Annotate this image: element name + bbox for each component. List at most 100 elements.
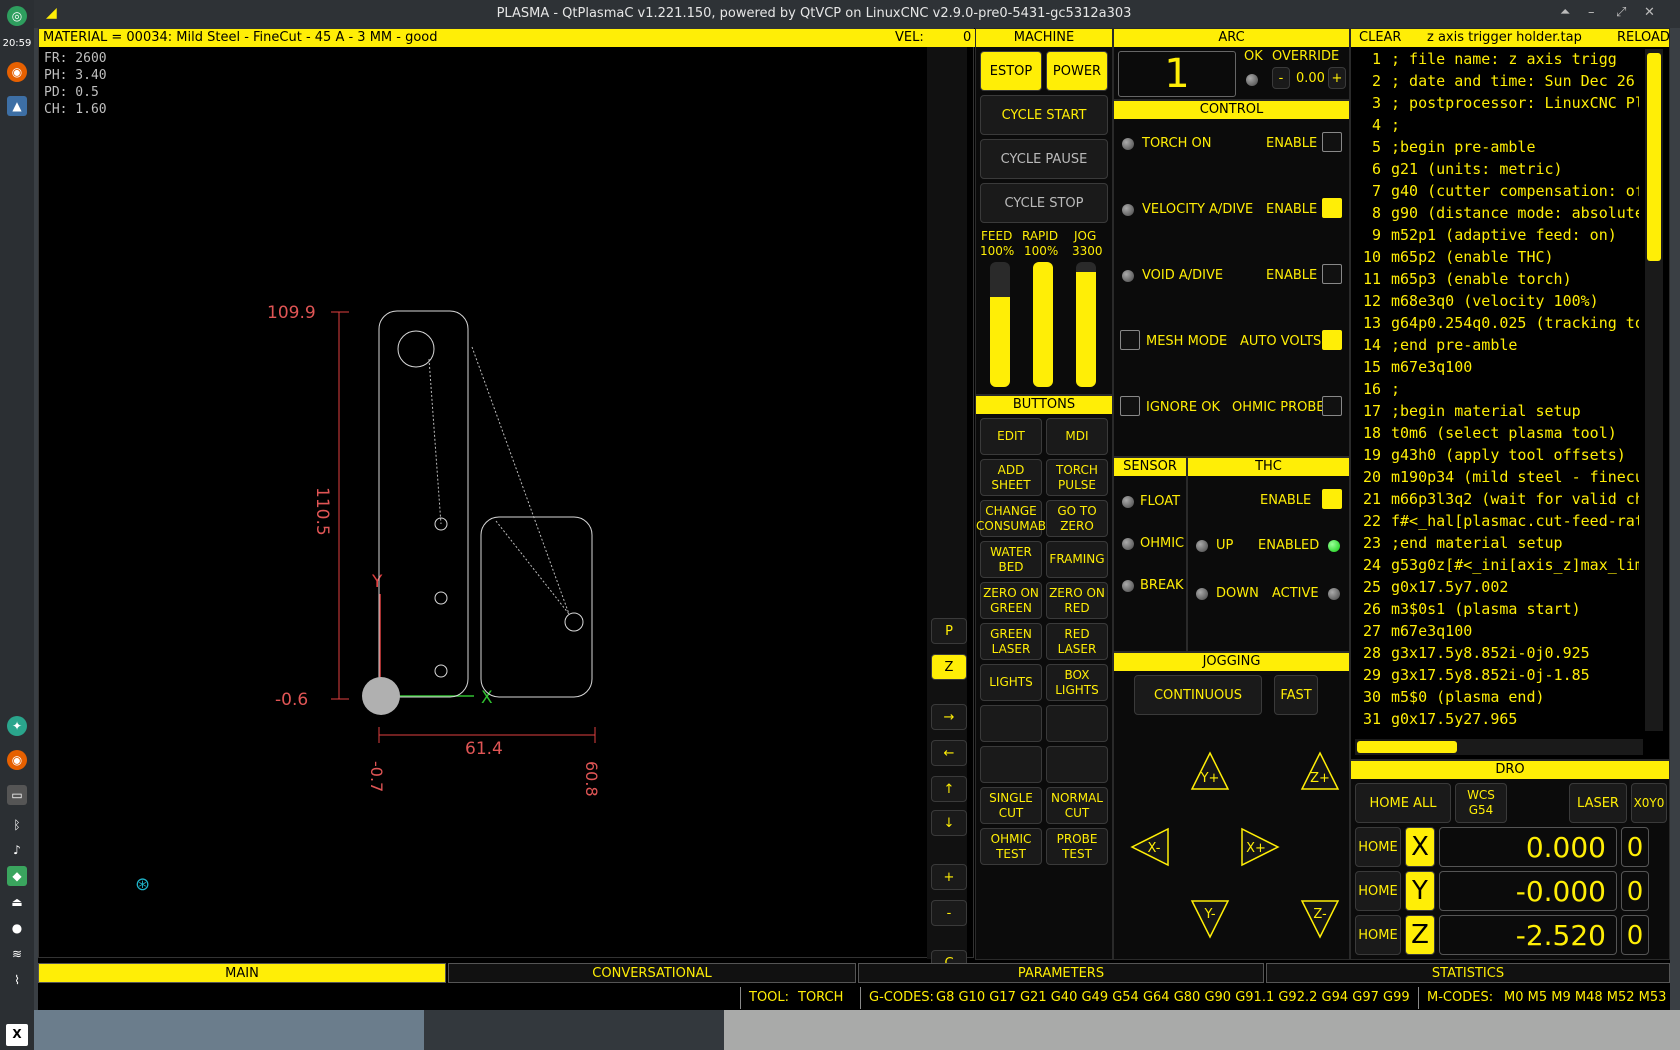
wcs-button[interactable]: WCS G54 xyxy=(1455,783,1507,823)
gcode-line[interactable]: 30 m5$0 (plasma end) xyxy=(1351,686,1639,708)
gcode-line[interactable]: 22 f#<_hal[plasmac.cut-feed-rate xyxy=(1351,510,1639,532)
pan-left-button[interactable]: ← xyxy=(931,740,967,766)
gcode-line[interactable]: 11 m65p3 (enable torch) xyxy=(1351,268,1639,290)
gcode-line[interactable]: 5 ;begin pre-amble xyxy=(1351,136,1639,158)
gcode-line[interactable]: 26 m3$0s1 (plasma start) xyxy=(1351,598,1639,620)
override-minus-button[interactable]: - xyxy=(1272,67,1290,89)
bluetooth-icon[interactable]: ᛒ xyxy=(7,815,27,835)
qtplasmac-app-icon[interactable]: ▲ xyxy=(7,96,27,116)
tab-main[interactable]: MAIN xyxy=(38,963,446,983)
settings-app-icon[interactable]: ✦ xyxy=(7,716,27,736)
keep-above-icon[interactable]: ⏶ xyxy=(1560,5,1570,20)
firefox-icon[interactable]: ◉ xyxy=(7,62,27,82)
eject-icon[interactable]: ⏏ xyxy=(7,892,27,912)
jog-fast-button[interactable]: FAST xyxy=(1274,675,1318,715)
gcode-line[interactable]: 21 m66p3l3q2 (wait for valid cha xyxy=(1351,488,1639,510)
pan-down-button[interactable]: ↓ xyxy=(931,810,967,836)
jog-speed-slider[interactable] xyxy=(1076,262,1096,387)
gcode-line[interactable]: 23 ;end material setup xyxy=(1351,532,1639,554)
mesh-mode-checkbox[interactable] xyxy=(1120,330,1140,350)
normal-cut-button[interactable]: NORMAL CUT xyxy=(1046,787,1108,824)
gcode-line[interactable]: 15 m67e3q100 xyxy=(1351,356,1639,378)
y-axis-select-button[interactable]: Y xyxy=(1405,871,1435,911)
red-laser-button[interactable]: RED LASER xyxy=(1046,623,1108,660)
attachment-icon[interactable]: ⌇ xyxy=(7,970,27,990)
x-logo-icon[interactable]: X xyxy=(6,1024,28,1046)
jog-y-minus-button[interactable]: Y- xyxy=(1188,897,1232,941)
jog-z-minus-button[interactable]: Z- xyxy=(1298,897,1342,941)
home-all-button[interactable]: HOME ALL xyxy=(1355,783,1451,823)
gcode-line[interactable]: 17 ;begin material setup xyxy=(1351,400,1639,422)
jog-y-plus-button[interactable]: Y+ xyxy=(1188,749,1232,793)
user-button-15[interactable] xyxy=(980,705,1042,742)
gcode-line[interactable]: 2 ; date and time: Sun Dec 26 2 xyxy=(1351,70,1639,92)
user-button-17[interactable] xyxy=(980,746,1042,783)
home-z-button[interactable]: HOME xyxy=(1355,915,1401,955)
gcode-line[interactable]: 18 t0m6 (select plasma tool) xyxy=(1351,422,1639,444)
void-enable-checkbox[interactable] xyxy=(1322,264,1342,284)
view-z-button[interactable]: Z xyxy=(931,654,967,680)
velocity-enable-checkbox[interactable] xyxy=(1322,198,1342,218)
z-axis-select-button[interactable]: Z xyxy=(1405,915,1435,955)
ignore-ok-checkbox[interactable] xyxy=(1120,396,1140,416)
gcode-line[interactable]: 28 g3x17.5y8.852i-0j0.925 xyxy=(1351,642,1639,664)
single-cut-button[interactable]: SINGLE CUT xyxy=(980,787,1042,824)
gcode-line[interactable]: 13 g64p0.254q0.025 (tracking tol xyxy=(1351,312,1639,334)
cycle-stop-button[interactable]: CYCLE STOP xyxy=(980,183,1108,223)
power-button[interactable]: POWER xyxy=(1046,51,1108,91)
laser-button[interactable]: LASER xyxy=(1569,783,1627,823)
gcode-line[interactable]: 8 g90 (distance mode: absolute) xyxy=(1351,202,1639,224)
gcode-clear-button[interactable]: CLEAR xyxy=(1359,29,1401,47)
start-menu-icon[interactable]: ◎ xyxy=(7,6,27,26)
gcode-line[interactable]: 10 m65p2 (enable THC) xyxy=(1351,246,1639,268)
lights-button[interactable]: LIGHTS xyxy=(980,664,1042,701)
gcode-line[interactable]: 20 m190p34 (mild steel - finecut xyxy=(1351,466,1639,488)
mdi-button[interactable]: MDI xyxy=(1046,418,1108,455)
view-perspective-button[interactable]: P xyxy=(931,618,967,644)
gcode-reload-button[interactable]: RELOAD xyxy=(1617,29,1670,47)
user-button-16[interactable] xyxy=(1046,705,1108,742)
zero-on-red-button[interactable]: ZERO ON RED xyxy=(1046,582,1108,619)
rapid-override-slider[interactable] xyxy=(1033,262,1053,387)
gcode-line[interactable]: 3 ; postprocessor: LinuxCNC Pla xyxy=(1351,92,1639,114)
probe-test-button[interactable]: PROBE TEST xyxy=(1046,828,1108,865)
tab-parameters[interactable]: PARAMETERS xyxy=(858,963,1264,983)
zoom-in-button[interactable]: + xyxy=(931,864,967,890)
gcode-line[interactable]: 29 g3x17.5y8.852i-0j-1.85 xyxy=(1351,664,1639,686)
box-lights-button[interactable]: BOX LIGHTS xyxy=(1046,664,1108,701)
jog-x-minus-button[interactable]: X- xyxy=(1128,825,1172,869)
x-axis-select-button[interactable]: X xyxy=(1405,827,1435,867)
z-zero-button[interactable]: 0 xyxy=(1621,915,1649,955)
gcode-line[interactable]: 16; xyxy=(1351,378,1639,400)
power-tray-icon[interactable]: ● xyxy=(7,918,27,938)
gcode-line[interactable]: 14 ;end pre-amble xyxy=(1351,334,1639,356)
pan-up-button[interactable]: ↑ xyxy=(931,776,967,802)
firefox-launcher-icon[interactable]: ◉ xyxy=(7,750,27,770)
auto-volts-checkbox[interactable] xyxy=(1322,330,1342,350)
x0y0-button[interactable]: X0Y0 xyxy=(1631,783,1667,823)
cycle-start-button[interactable]: CYCLE START xyxy=(980,95,1108,135)
volume-icon[interactable]: ♪ xyxy=(7,840,27,860)
gcode-line[interactable]: 12 m68e3q0 (velocity 100%) xyxy=(1351,290,1639,312)
maximize-icon[interactable]: ⤢ xyxy=(1616,5,1626,20)
jog-x-plus-button[interactable]: X+ xyxy=(1238,825,1282,869)
wifi-icon[interactable]: ≋ xyxy=(7,944,27,964)
edit-button[interactable]: EDIT xyxy=(980,418,1042,455)
gcode-editor[interactable]: 1 ; file name: z axis trigg 2 ; date and ti… xyxy=(1351,48,1639,732)
gcode-line[interactable]: 9 m52p1 (adaptive feed: on) xyxy=(1351,224,1639,246)
gcode-vertical-scrollbar[interactable] xyxy=(1645,49,1663,731)
torch-pulse-button[interactable]: TORCH PULSE xyxy=(1046,459,1108,496)
tab-conversational[interactable]: CONVERSATIONAL xyxy=(448,963,856,983)
framing-button[interactable]: FRAMING xyxy=(1046,541,1108,578)
gcode-line[interactable]: 25 g0x17.5y7.002 xyxy=(1351,576,1639,598)
gcode-line[interactable]: 24 g53g0z[#<_ini[axis_z]max_limi xyxy=(1351,554,1639,576)
gcode-line[interactable]: 27 m67e3q100 xyxy=(1351,620,1639,642)
jog-continuous-button[interactable]: CONTINUOUS xyxy=(1134,675,1262,715)
cycle-pause-button[interactable]: CYCLE PAUSE xyxy=(980,139,1108,179)
gcode-line[interactable]: 1 ; file name: z axis trigg xyxy=(1351,48,1639,70)
gcode-preview[interactable]: MATERIAL = 00034: Mild Steel - FineCut -… xyxy=(38,28,975,976)
home-x-button[interactable]: HOME xyxy=(1355,827,1401,867)
file-manager-icon[interactable]: ▭ xyxy=(7,785,27,805)
gcode-vscroll-thumb[interactable] xyxy=(1647,53,1661,261)
gcode-line[interactable]: 6 g21 (units: metric) xyxy=(1351,158,1639,180)
